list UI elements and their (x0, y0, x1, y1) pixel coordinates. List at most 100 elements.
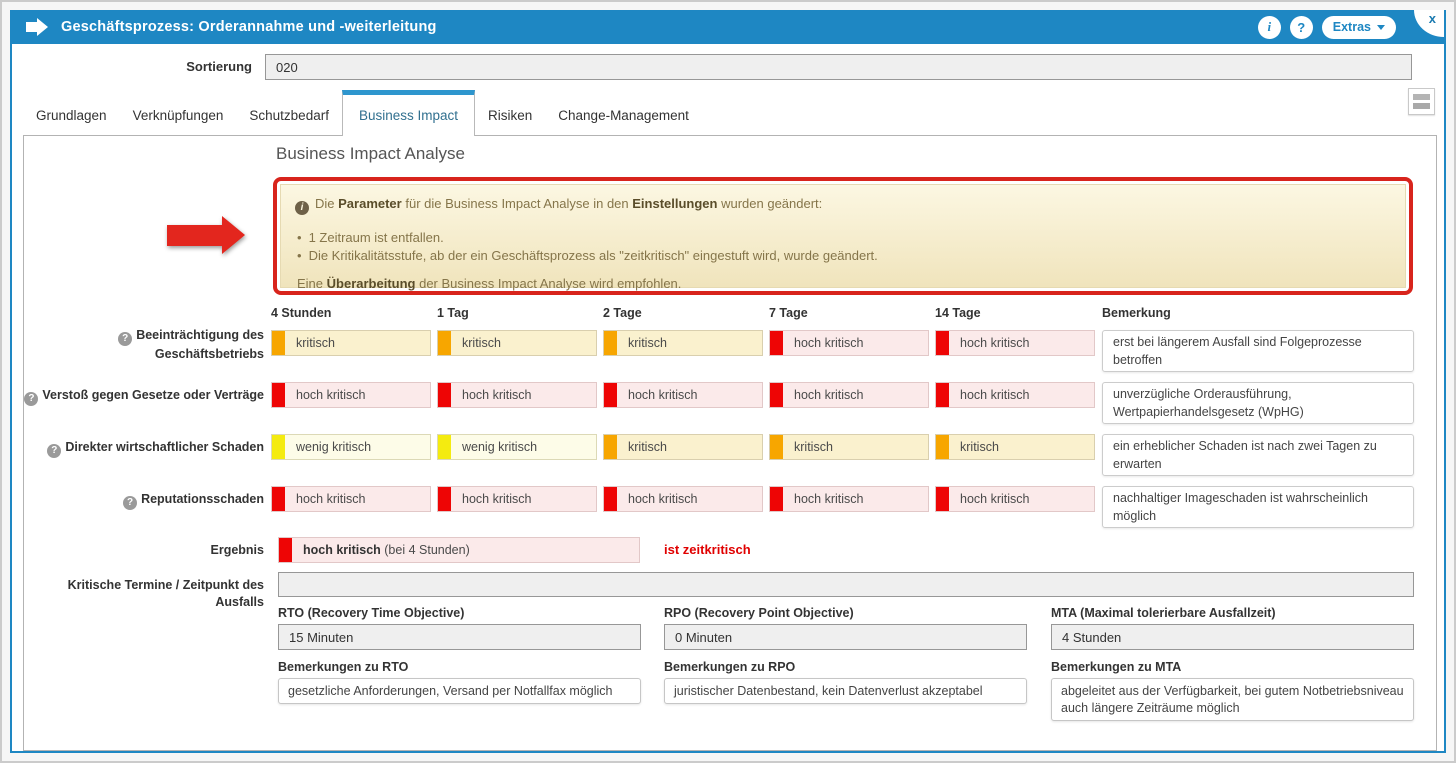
chevron-down-icon (1377, 25, 1385, 30)
severity-indicator (272, 383, 285, 407)
column-header-1-tag: 1 Tag (437, 306, 469, 320)
row-label-wirtschaftlicher-schaden: ?Direkter wirtschaftlicher Schaden (24, 439, 264, 458)
row-label-reputationsschaden: ?Reputationsschaden (24, 491, 264, 510)
impact-cell[interactable]: hoch kritisch (935, 486, 1095, 512)
severity-indicator (438, 383, 451, 407)
warning-bullet: 1 Zeitraum ist entfallen. (297, 230, 1391, 245)
impact-cell[interactable]: hoch kritisch (603, 382, 763, 408)
impact-cell[interactable]: hoch kritisch (769, 382, 929, 408)
impact-cell[interactable]: hoch kritisch (437, 486, 597, 512)
remark-field[interactable]: nachhaltiger Imageschaden ist wahrschein… (1102, 486, 1414, 528)
severity-indicator (936, 331, 949, 355)
row-label-beeintraechtigung: ?Beeinträchtigung des Geschäftsbetriebs (24, 327, 264, 363)
severity-indicator (279, 538, 292, 562)
info-icon[interactable]: i (1258, 16, 1281, 39)
tab-change-management[interactable]: Change-Management (545, 95, 702, 135)
remark-field[interactable]: unverzügliche Orderausführung, Wertpapie… (1102, 382, 1414, 424)
severity-indicator (272, 331, 285, 355)
severity-indicator (770, 383, 783, 407)
annotation-arrow-icon (167, 216, 245, 254)
impact-cell[interactable]: hoch kritisch (769, 330, 929, 356)
impact-cell[interactable]: wenig kritisch (271, 434, 431, 460)
severity-indicator (604, 435, 617, 459)
severity-indicator (770, 487, 783, 511)
business-impact-panel: Business Impact Analyse iDie Parameter f… (23, 135, 1437, 751)
impact-cell[interactable]: kritisch (935, 434, 1095, 460)
process-dialog: Geschäftsprozess: Orderannahme und -weit… (10, 10, 1446, 753)
info-icon: i (295, 201, 309, 215)
impact-cell[interactable]: hoch kritisch (935, 382, 1095, 408)
annotation-highlight-border: iDie Parameter für die Business Impact A… (273, 177, 1413, 295)
sortierung-input: 020 (265, 54, 1412, 80)
tab-business-impact[interactable]: Business Impact (342, 90, 475, 136)
question-icon[interactable]: ? (118, 332, 132, 346)
warning-bullet: Die Kritikalitätsstufe, ab der ein Gesch… (297, 248, 1391, 263)
impact-cell[interactable]: kritisch (271, 330, 431, 356)
critical-dates-field (278, 572, 1414, 597)
result-label: Ergebnis (24, 542, 264, 559)
impact-cell[interactable]: hoch kritisch (935, 330, 1095, 356)
column-header-14-tage: 14 Tage (935, 306, 981, 320)
impact-cell[interactable]: hoch kritisch (769, 486, 929, 512)
window-title: Geschäftsprozess: Orderannahme und -weit… (61, 19, 437, 35)
question-icon[interactable]: ? (123, 496, 137, 510)
tab-schutzbedarf[interactable]: Schutzbedarf (236, 95, 342, 135)
help-icon[interactable]: ? (1290, 16, 1313, 39)
column-header-2-tage: 2 Tage (603, 306, 642, 320)
critical-dates-label: Kritische Termine / Zeitpunkt des Ausfal… (24, 577, 264, 611)
impact-cell[interactable]: kritisch (437, 330, 597, 356)
mta-label: MTA (Maximal tolerierbare Ausfallzeit) (1051, 606, 1276, 620)
rto-note-field[interactable]: gesetzliche Anforderungen, Versand per N… (278, 678, 641, 704)
impact-cell[interactable]: kritisch (603, 434, 763, 460)
severity-indicator (438, 435, 451, 459)
severity-indicator (438, 487, 451, 511)
remark-field[interactable]: erst bei längerem Ausfall sind Folgeproz… (1102, 330, 1414, 372)
impact-cell[interactable]: hoch kritisch (437, 382, 597, 408)
impact-cell[interactable]: kritisch (603, 330, 763, 356)
process-arrow-icon (26, 18, 48, 36)
mta-note-field[interactable]: abgeleitet aus der Verfügbarkeit, bei gu… (1051, 678, 1414, 721)
rto-value-field: 15 Minuten (278, 624, 641, 650)
column-header-4-stunden: 4 Stunden (271, 306, 331, 320)
rto-note-label: Bemerkungen zu RTO (278, 660, 408, 674)
severity-indicator (438, 331, 451, 355)
rpo-label: RPO (Recovery Point Objective) (664, 606, 854, 620)
column-header-bemerkung: Bemerkung (1102, 306, 1171, 320)
rpo-note-field[interactable]: juristischer Datenbestand, kein Datenver… (664, 678, 1027, 704)
zeitkritisch-status-badge: ist zeitkritisch (664, 542, 751, 557)
severity-indicator (936, 435, 949, 459)
page-title: Business Impact Analyse (276, 144, 465, 164)
extras-button[interactable]: Extras (1322, 16, 1396, 39)
impact-cell[interactable]: hoch kritisch (603, 486, 763, 512)
column-header-7-tage: 7 Tage (769, 306, 808, 320)
question-icon[interactable]: ? (24, 392, 38, 406)
question-icon[interactable]: ? (47, 444, 61, 458)
mta-value-field: 4 Stunden (1051, 624, 1414, 650)
result-value: hoch kritisch (bei 4 Stunden) (278, 537, 640, 563)
severity-indicator (604, 331, 617, 355)
sortierung-label: Sortierung (12, 59, 252, 74)
row-label-verstoss: ?Verstoß gegen Gesetze oder Verträge (24, 387, 264, 406)
warning-intro: iDie Parameter für die Business Impact A… (295, 196, 1391, 215)
severity-indicator (936, 487, 949, 511)
severity-indicator (936, 383, 949, 407)
impact-cell[interactable]: kritisch (769, 434, 929, 460)
impact-cell[interactable]: wenig kritisch (437, 434, 597, 460)
impact-cell[interactable]: hoch kritisch (271, 382, 431, 408)
severity-indicator (770, 331, 783, 355)
rpo-value-field: 0 Minuten (664, 624, 1027, 650)
severity-indicator (272, 435, 285, 459)
impact-cell[interactable]: hoch kritisch (271, 486, 431, 512)
tab-verknuepfungen[interactable]: Verknüpfungen (120, 95, 237, 135)
list-toggle-icon[interactable] (1408, 88, 1435, 115)
remark-field[interactable]: ein erheblicher Schaden ist nach zwei Ta… (1102, 434, 1414, 476)
tab-risiken[interactable]: Risiken (475, 95, 545, 135)
mta-note-label: Bemerkungen zu MTA (1051, 660, 1181, 674)
rto-label: RTO (Recovery Time Objective) (278, 606, 464, 620)
extras-label: Extras (1333, 20, 1371, 34)
tab-grundlagen[interactable]: Grundlagen (23, 95, 120, 135)
severity-indicator (272, 487, 285, 511)
parameter-change-warning: iDie Parameter für die Business Impact A… (280, 184, 1406, 288)
rpo-note-label: Bemerkungen zu RPO (664, 660, 795, 674)
severity-indicator (604, 487, 617, 511)
